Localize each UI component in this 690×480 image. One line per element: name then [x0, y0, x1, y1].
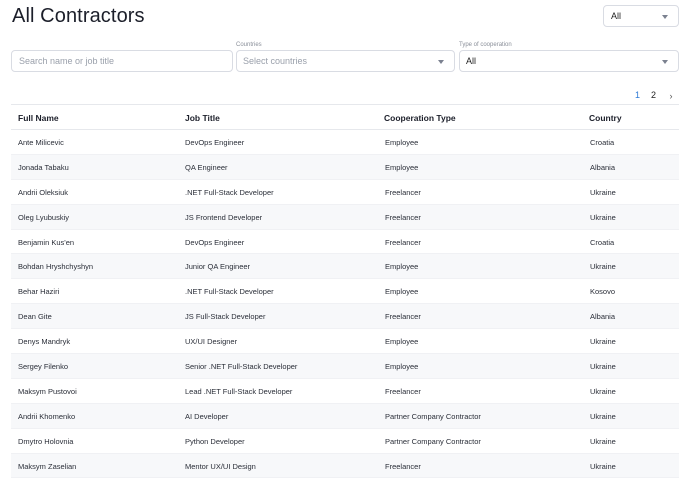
table-row[interactable]: Denys Mandryk UX/UI Designer Employee Ukrai… — [11, 329, 679, 355]
table-header: Full Name Job Title Cooperation Type Cou… — [11, 105, 679, 130]
cooperation-type-cell: Freelancer — [385, 237, 421, 247]
table-row[interactable]: Andrii Khomenko AI Developer Partner Compa… — [11, 403, 679, 429]
cooperation-value: All — [466, 56, 477, 66]
cooperation-type-cell: Partner Company Contractor — [385, 436, 481, 446]
cooperation-label: Type of cooperation — [459, 42, 512, 48]
country-cell: Croatia — [590, 237, 615, 247]
job-title-cell: AI Developer — [185, 411, 229, 421]
cooperation-type-cell: Partner Company Contractor — [385, 411, 481, 421]
countries-select[interactable]: Select countries — [236, 50, 455, 72]
table-row[interactable]: Sergey Filenko Senior .NET Full-Stack Dev… — [11, 354, 679, 379]
full-name-cell: Maksym Zaselian — [18, 461, 77, 471]
search-placeholder: Search name or job title — [19, 56, 115, 66]
country-cell: Albania — [590, 312, 616, 322]
chevron-down-icon — [662, 60, 668, 64]
country-cell: Ukraine — [590, 187, 616, 197]
full-name-cell: Maksym Pustovoi — [18, 386, 77, 396]
cooperation-type-cell: Freelancer — [385, 212, 421, 222]
job-title-cell: .NET Full-Stack Developer — [185, 287, 274, 297]
column-cooperation-type[interactable]: Cooperation Type — [384, 113, 456, 123]
country-cell: Ukraine — [590, 461, 616, 471]
table-row[interactable]: Oleg Lyubuskiy JS Frontend Developer Freel… — [11, 204, 679, 230]
table-row[interactable]: Behar Haziri .NET Full-Stack Developer Emp… — [11, 279, 679, 305]
full-name-cell: Dean Gite — [18, 312, 52, 322]
country-cell: Ukraine — [590, 436, 616, 446]
cooperation-type-cell: Employee — [385, 362, 419, 372]
cooperation-type-cell: Employee — [385, 162, 419, 172]
table-row[interactable]: Dmytro Holovnia Python Developer Partner C… — [11, 429, 679, 454]
full-name-cell: Jonada Tabaku — [18, 162, 69, 172]
cooperation-type-cell: Freelancer — [385, 187, 421, 197]
country-cell: Kosovo — [590, 287, 616, 297]
column-job-title[interactable]: Job Title — [185, 113, 220, 123]
full-name-cell: Ante Milicevic — [18, 138, 64, 147]
full-name-cell: Behar Haziri — [18, 287, 60, 297]
contractors-table: Full Name Job Title Cooperation Type Cou… — [11, 104, 679, 479]
country-cell: Ukraine — [590, 362, 616, 372]
job-title-cell: Mentor UX/UI Design — [185, 461, 256, 471]
job-title-cell: DevOps Engineer — [185, 237, 245, 247]
search-input[interactable]: Search name or job title — [11, 50, 233, 72]
job-title-cell: UX/UI Designer — [185, 337, 238, 347]
table-row[interactable]: Benjamin Kus'en DevOps Engineer Freelancer… — [11, 230, 679, 255]
table-row[interactable]: Jonada Tabaku QA Engineer Employee Albania — [11, 154, 679, 180]
country-cell: Ukraine — [590, 337, 616, 347]
cooperation-type-cell: Employee — [385, 262, 419, 272]
full-name-cell: Benjamin Kus'en — [18, 237, 75, 247]
job-title-cell: JS Frontend Developer — [185, 212, 263, 222]
cooperation-select[interactable]: All — [459, 50, 679, 72]
column-country[interactable]: Country — [589, 113, 622, 123]
country-cell: Croatia — [590, 138, 615, 147]
job-title-cell: QA Engineer — [185, 162, 228, 172]
country-cell: Ukraine — [590, 262, 616, 272]
full-name-cell: Denys Mandryk — [18, 337, 71, 347]
country-cell: Ukraine — [590, 212, 616, 222]
cooperation-type-cell: Freelancer — [385, 386, 421, 396]
table-row[interactable]: Maksym Pustovoi Lead .NET Full-Stack Deve… — [11, 379, 679, 404]
top-filter-select[interactable]: All — [603, 5, 679, 27]
table-body: Ante Milicevic DevOps Engineer Employee Cro… — [11, 130, 679, 479]
full-name-cell: Bohdan Hryshchyshyn — [18, 262, 94, 272]
cooperation-type-cell: Freelancer — [385, 461, 421, 471]
column-full-name[interactable]: Full Name — [18, 113, 59, 123]
table-row[interactable]: Ante Milicevic DevOps Engineer Employee Cro… — [11, 130, 679, 155]
job-title-cell: Lead .NET Full-Stack Developer — [185, 386, 293, 396]
full-name-cell: Sergey Filenko — [18, 362, 69, 372]
cooperation-type-cell: Freelancer — [385, 312, 421, 322]
country-cell: Ukraine — [590, 411, 616, 421]
chevron-down-icon — [662, 15, 668, 19]
cooperation-type-cell: Employee — [385, 337, 419, 347]
job-title-cell: Python Developer — [185, 436, 245, 446]
next-page-icon[interactable]: › — [664, 89, 678, 103]
table-row[interactable]: Andrii Oleksiuk .NET Full-Stack Developer… — [11, 180, 679, 205]
country-cell: Albania — [590, 162, 616, 172]
full-name-cell: Dmytro Holovnia — [18, 436, 74, 446]
table-row[interactable]: Maksym Zaselian Mentor UX/UI Design Freela… — [11, 453, 679, 479]
table-row[interactable]: Dean Gite JS Full-Stack Developer Freelanc… — [11, 304, 679, 330]
job-title-cell: JS Full-Stack Developer — [185, 312, 266, 322]
cooperation-type-cell: Employee — [385, 287, 419, 297]
full-name-cell: Andrii Oleksiuk — [18, 187, 69, 197]
top-filter-value: All — [611, 11, 622, 21]
page-1-link[interactable]: 1 — [635, 90, 640, 100]
chevron-down-icon — [438, 60, 444, 64]
countries-placeholder: Select countries — [243, 56, 308, 66]
job-title-cell: Senior .NET Full-Stack Developer — [185, 362, 298, 372]
full-name-cell: Andrii Khomenko — [18, 411, 76, 421]
country-cell: Ukraine — [590, 386, 616, 396]
countries-label: Countries — [236, 42, 262, 48]
table-row[interactable]: Bohdan Hryshchyshyn Junior QA Engineer Emp… — [11, 254, 679, 280]
job-title-cell: DevOps Engineer — [185, 138, 245, 147]
cooperation-type-cell: Employee — [385, 138, 419, 147]
page-title: All Contractors — [12, 5, 145, 27]
full-name-cell: Oleg Lyubuskiy — [18, 212, 69, 222]
job-title-cell: .NET Full-Stack Developer — [185, 187, 274, 197]
page-2-link[interactable]: 2 — [651, 90, 656, 100]
job-title-cell: Junior QA Engineer — [185, 262, 251, 272]
